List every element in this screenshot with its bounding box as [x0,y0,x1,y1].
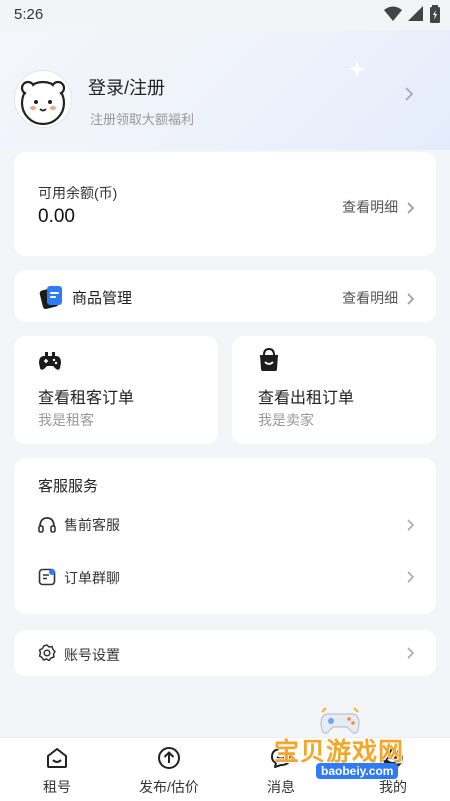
lessor-orders-title: 查看出租订单 [258,390,355,407]
status-time: 5:26 [14,6,44,23]
goods-icon [39,286,62,310]
login-title[interactable]: 登录/注册 [88,74,165,100]
signal-icon [408,6,423,21]
balance-detail-label: 查看明细 [342,199,399,215]
service-title: 客服服务 [38,478,99,495]
order-group-chat-row[interactable]: 订单群聊 [14,560,436,594]
chevron-right-icon [407,647,415,659]
gamepad-icon [39,352,61,370]
goods-detail-label: 查看明细 [342,290,399,306]
balance-value: 0.00 [38,206,75,227]
goods-label: 商品管理 [72,290,133,307]
tab-rent-account[interactable]: 租号 [12,738,102,801]
balance-detail-link[interactable]: 查看明细 [342,197,416,217]
group-chat-icon [38,568,56,586]
service-card: 客服服务 售前客服 订单群聊 [14,458,436,614]
status-bar: 5:26 [0,0,450,30]
tab-rent-account-label: 租号 [43,779,71,795]
bear-avatar-icon [20,80,66,126]
chevron-right-icon [407,202,415,214]
wifi-icon [384,6,402,21]
bottom-tab-bar: 租号 发布/估价 消息 我的 [0,737,450,801]
balance-card: 可用余额(币) 0.00 查看明细 [14,152,436,256]
account-settings-row[interactable]: 账号设置 [14,630,436,676]
battery-icon [430,5,440,23]
chevron-right-icon[interactable] [404,86,414,102]
tab-mine-label: 我的 [379,779,407,795]
presale-service-label: 售前客服 [64,517,120,533]
chevron-right-icon [407,571,415,583]
presale-service-row[interactable]: 售前客服 [14,508,436,542]
watermark-gamepad-logo [320,707,360,734]
profile-filled-icon [383,748,403,768]
login-subtitle: 注册领取大额福利 [90,112,195,127]
sparkle-icon [348,60,366,78]
order-group-chat-label: 订单群聊 [64,570,120,586]
tab-publish-label: 发布/估价 [139,779,199,795]
renter-orders-subtitle: 我是租客 [38,412,94,428]
lessor-orders-card[interactable]: 查看出租订单 我是卖家 [232,336,436,444]
chevron-right-icon [407,519,415,531]
headset-icon [38,517,56,533]
goods-detail-link[interactable]: 查看明细 [342,288,416,308]
tab-messages-label: 消息 [267,779,295,795]
renter-orders-title: 查看租客订单 [38,390,135,407]
tab-publish[interactable]: 发布/估价 [124,738,214,801]
balance-label: 可用余额(币) [38,185,118,201]
home-smile-icon [47,748,67,768]
lessor-orders-subtitle: 我是卖家 [258,412,314,428]
tab-messages[interactable]: 消息 [236,738,326,801]
goods-management-row[interactable]: 商品管理 查看明细 [14,270,436,322]
renter-orders-card[interactable]: 查看租客订单 我是租客 [14,336,218,444]
upload-circle-icon [158,747,180,769]
tab-mine[interactable]: 我的 [348,738,438,801]
account-settings-label: 账号设置 [64,647,120,663]
chat-bubble-icon [271,748,291,768]
chevron-right-icon [407,293,415,305]
shopping-bag-icon [260,348,278,371]
gear-icon [38,644,56,662]
avatar[interactable] [14,70,72,128]
